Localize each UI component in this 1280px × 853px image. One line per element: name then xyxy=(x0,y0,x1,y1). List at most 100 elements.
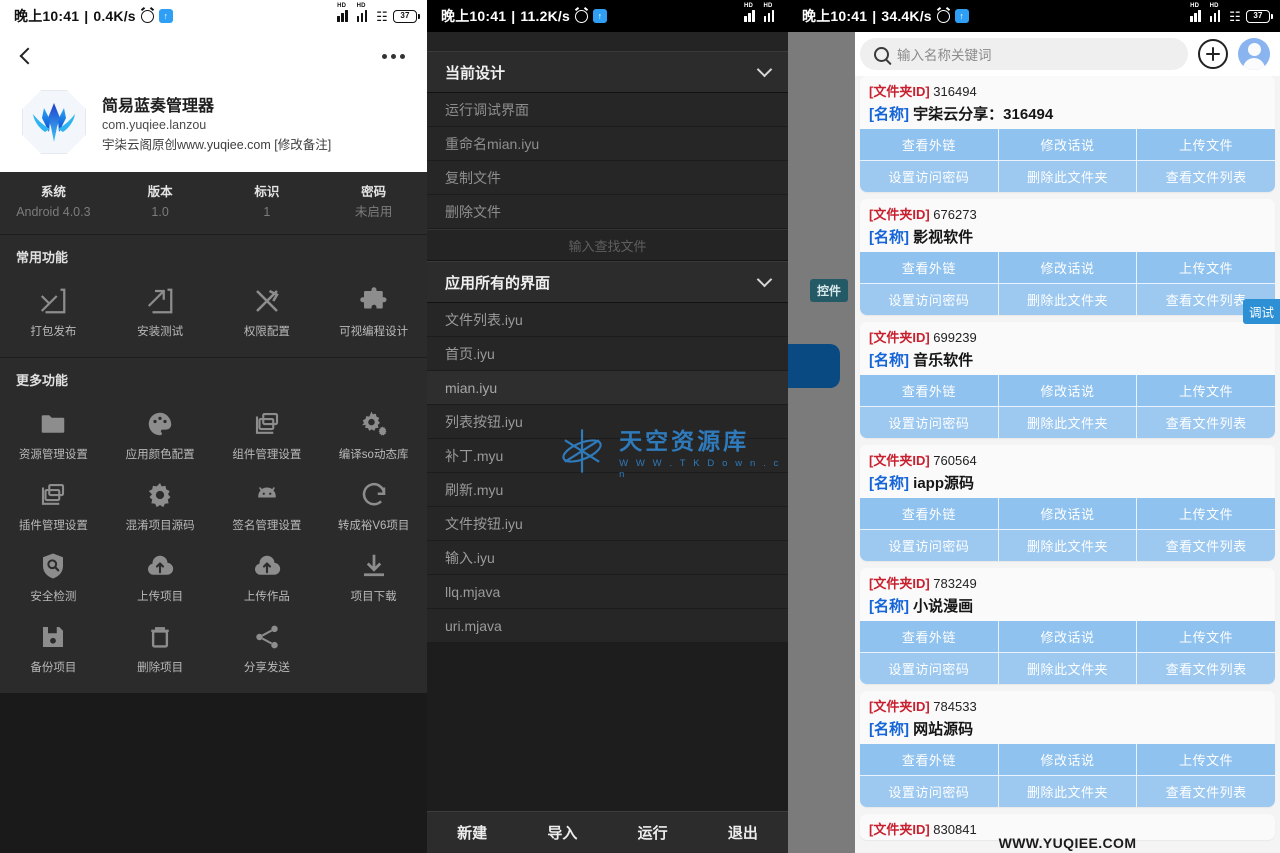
file-item[interactable]: 列表按钮.iyu xyxy=(427,405,788,439)
wifi-icon: ☷ xyxy=(1229,10,1241,23)
add-folder-button[interactable] xyxy=(1198,39,1228,69)
function-component-settings[interactable]: 组件管理设置 xyxy=(214,399,321,470)
action-upload-file[interactable]: 上传文件 xyxy=(1137,744,1275,775)
more-options-icon[interactable] xyxy=(382,54,405,59)
function-compile-so[interactable]: 编译so动态库 xyxy=(320,399,427,470)
function-delete-project[interactable]: 删除项目 xyxy=(107,612,214,683)
action-set-password[interactable]: 设置访问密码 xyxy=(860,653,998,684)
action-upload-file[interactable]: 上传文件 xyxy=(1137,621,1275,652)
action-view-link[interactable]: 查看外链 xyxy=(860,252,998,283)
function-share-send[interactable]: 分享发送 xyxy=(214,612,321,683)
action-upload-file[interactable]: 上传文件 xyxy=(1137,375,1275,406)
action-set-password[interactable]: 设置访问密码 xyxy=(860,776,998,807)
action-delete-folder[interactable]: 删除此文件夹 xyxy=(999,653,1137,684)
search-input[interactable]: 输入名称关键词 xyxy=(860,38,1188,70)
palette-icon xyxy=(145,409,175,439)
folder-card: [文件夹ID] 676273 [名称] 影视软件 查看外链 修改话说 上传文件 … xyxy=(860,199,1275,315)
function-obfuscate-source[interactable]: 混淆项目源码 xyxy=(107,470,214,541)
import-button[interactable]: 导入 xyxy=(517,822,607,843)
action-edit-desc[interactable]: 修改话说 xyxy=(999,621,1137,652)
action-delete-folder[interactable]: 删除此文件夹 xyxy=(999,530,1137,561)
action-set-password[interactable]: 设置访问密码 xyxy=(860,530,998,561)
action-view-file-list[interactable]: 查看文件列表 xyxy=(1137,161,1275,192)
screenshot-root: 晚上10:41 | 0.4K/s ↑ HD HD ☷ 37 xyxy=(0,0,1280,853)
debug-chip[interactable]: 调试 xyxy=(1243,299,1280,324)
action-view-file-list[interactable]: 查看文件列表 xyxy=(1137,530,1275,561)
back-icon[interactable] xyxy=(20,48,37,65)
folder-id-label: [文件夹ID] xyxy=(869,330,930,345)
function-security-check[interactable]: 安全检测 xyxy=(0,541,107,612)
action-delete-folder[interactable]: 删除此文件夹 xyxy=(999,161,1137,192)
action-view-link[interactable]: 查看外链 xyxy=(860,375,998,406)
function-convert-v6[interactable]: 转成裕V6项目 xyxy=(320,470,427,541)
function-backup-project[interactable]: 备份项目 xyxy=(0,612,107,683)
action-upload-file[interactable]: 上传文件 xyxy=(1137,129,1275,160)
menu-item-delete-file[interactable]: 删除文件 xyxy=(427,195,788,229)
action-view-link[interactable]: 查看外链 xyxy=(860,744,998,775)
function-upload-project[interactable]: 上传项目 xyxy=(107,541,214,612)
signal-bars-icon-2: HD xyxy=(764,10,779,22)
action-set-password[interactable]: 设置访问密码 xyxy=(860,407,998,438)
menu-item-copy-file[interactable]: 复制文件 xyxy=(427,161,788,195)
group-header-all-interfaces[interactable]: 应用所有的界面 xyxy=(427,261,788,303)
file-item[interactable]: 刷新.myu xyxy=(427,473,788,507)
group-header-current-design[interactable]: 当前设计 xyxy=(427,51,788,93)
file-item[interactable]: 文件按钮.iyu xyxy=(427,507,788,541)
action-delete-folder[interactable]: 删除此文件夹 xyxy=(999,776,1137,807)
file-item[interactable]: 输入.iyu xyxy=(427,541,788,575)
function-resource-settings[interactable]: 资源管理设置 xyxy=(0,399,107,470)
action-view-file-list[interactable]: 查看文件列表 xyxy=(1137,653,1275,684)
user-avatar-button[interactable] xyxy=(1238,38,1270,70)
action-edit-desc[interactable]: 修改话说 xyxy=(999,498,1137,529)
function-upload-work[interactable]: 上传作品 xyxy=(214,541,321,612)
action-edit-desc[interactable]: 修改话说 xyxy=(999,375,1137,406)
exit-button[interactable]: 退出 xyxy=(698,822,788,843)
folder-id-label: [文件夹ID] xyxy=(869,576,930,591)
app-note[interactable]: 宇柒云阁原创www.yuqiee.com [修改备注] xyxy=(102,134,331,153)
folder-name-row: [名称] 网站源码 xyxy=(860,717,1275,744)
site-watermark: WWW.YUQIEE.COM xyxy=(855,835,1280,851)
new-button[interactable]: 新建 xyxy=(427,822,517,843)
action-set-password[interactable]: 设置访问密码 xyxy=(860,284,998,315)
file-item[interactable]: 文件列表.iyu xyxy=(427,303,788,337)
action-upload-file[interactable]: 上传文件 xyxy=(1137,498,1275,529)
function-project-download[interactable]: 项目下载 xyxy=(320,541,427,612)
folder-name-value: iapp源码 xyxy=(913,475,974,492)
menu-item-rename[interactable]: 重命名mian.iyu xyxy=(427,127,788,161)
action-delete-folder[interactable]: 删除此文件夹 xyxy=(999,284,1137,315)
more-function-grid: 资源管理设置 应用颜色配置 组件管理设置 xyxy=(0,395,427,693)
run-button[interactable]: 运行 xyxy=(608,822,698,843)
function-plugin-settings[interactable]: 插件管理设置 xyxy=(0,470,107,541)
function-signature-settings[interactable]: 签名管理设置 xyxy=(214,470,321,541)
function-visual-design[interactable]: 可视编程设计 xyxy=(320,276,427,347)
file-search-input[interactable]: 输入查找文件 xyxy=(427,229,788,261)
file-item[interactable]: 首页.iyu xyxy=(427,337,788,371)
function-install-test[interactable]: 安装测试 xyxy=(107,276,214,347)
blue-block-decoration xyxy=(788,344,840,388)
action-view-file-list[interactable]: 查看文件列表 xyxy=(1137,407,1275,438)
action-delete-folder[interactable]: 删除此文件夹 xyxy=(999,407,1137,438)
file-item[interactable]: llq.mjava xyxy=(427,575,788,609)
action-upload-file[interactable]: 上传文件 xyxy=(1137,252,1275,283)
action-edit-desc[interactable]: 修改话说 xyxy=(999,129,1137,160)
section-title-more: 更多功能 xyxy=(0,358,427,395)
menu-item-run-debug[interactable]: 运行调试界面 xyxy=(427,93,788,127)
function-permission-config[interactable]: 权限配置 xyxy=(214,276,321,347)
file-item[interactable]: uri.mjava xyxy=(427,609,788,643)
function-color-config[interactable]: 应用颜色配置 xyxy=(107,399,214,470)
function-label: 资源管理设置 xyxy=(19,446,88,462)
file-item-selected[interactable]: mian.iyu xyxy=(427,371,788,405)
function-package-publish[interactable]: 打包发布 xyxy=(0,276,107,347)
action-view-link[interactable]: 查看外链 xyxy=(860,129,998,160)
file-item[interactable]: 补丁.myu xyxy=(427,439,788,473)
action-view-file-list[interactable]: 查看文件列表 xyxy=(1137,776,1275,807)
action-view-link[interactable]: 查看外链 xyxy=(860,621,998,652)
action-edit-desc[interactable]: 修改话说 xyxy=(999,252,1137,283)
folder-card: [文件夹ID] 760564 [名称] iapp源码 查看外链 修改话说 上传文… xyxy=(860,445,1275,561)
statusbar-network-speed: 11.2K/s xyxy=(520,8,570,24)
action-set-password[interactable]: 设置访问密码 xyxy=(860,161,998,192)
action-view-link[interactable]: 查看外链 xyxy=(860,498,998,529)
group-title: 当前设计 xyxy=(445,62,505,83)
statusbar-clock: 晚上10:41 xyxy=(441,6,506,26)
action-edit-desc[interactable]: 修改话说 xyxy=(999,744,1137,775)
